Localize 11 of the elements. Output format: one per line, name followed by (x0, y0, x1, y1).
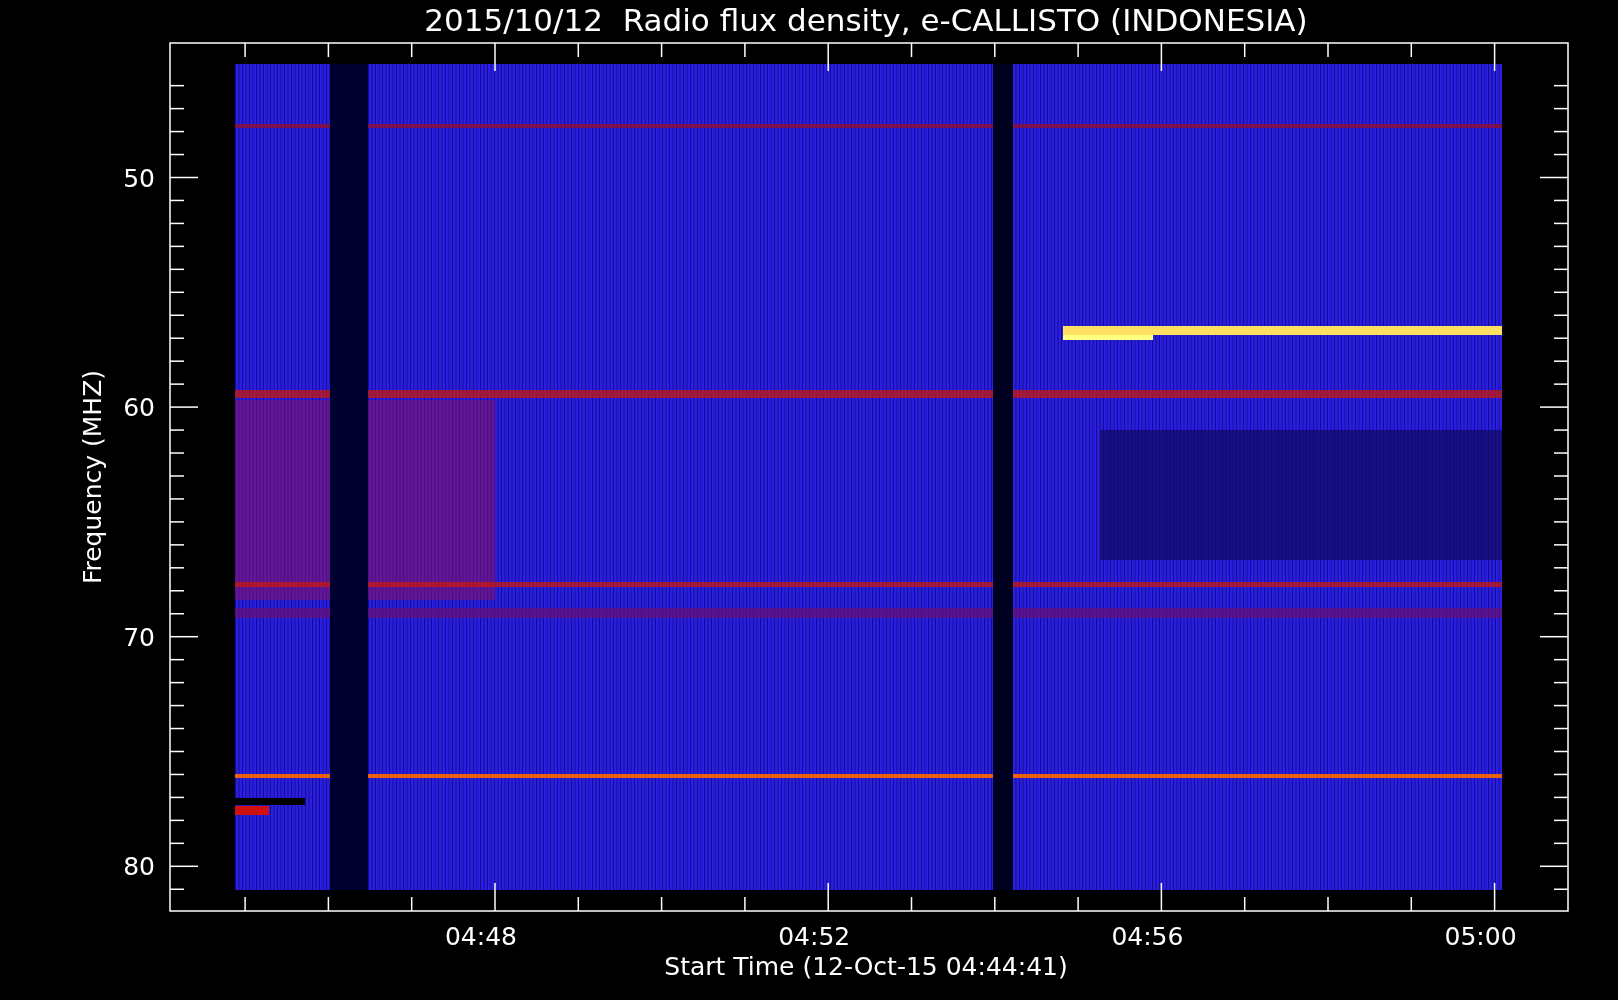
plot-title: 2015/10/12 Radio flux density, e-CALLISTO (INDONESIA) (424, 2, 1308, 38)
x-tick-label: 04:48 (445, 922, 517, 951)
y-tick-label: 70 (123, 622, 155, 652)
y-axis-label: Frequency (MHZ) (78, 369, 107, 585)
x-tick-label: 04:52 (778, 922, 851, 951)
y-tick-label: 60 (123, 393, 155, 423)
x-axis-label: Start Time (12-Oct-15 04:44:41) (664, 952, 1068, 981)
x-tick-label: 05:00 (1444, 922, 1517, 951)
y-tick-label: 50 (123, 163, 155, 193)
y-tick-label: 80 (123, 852, 155, 882)
x-tick-label: 04:56 (1111, 922, 1184, 951)
